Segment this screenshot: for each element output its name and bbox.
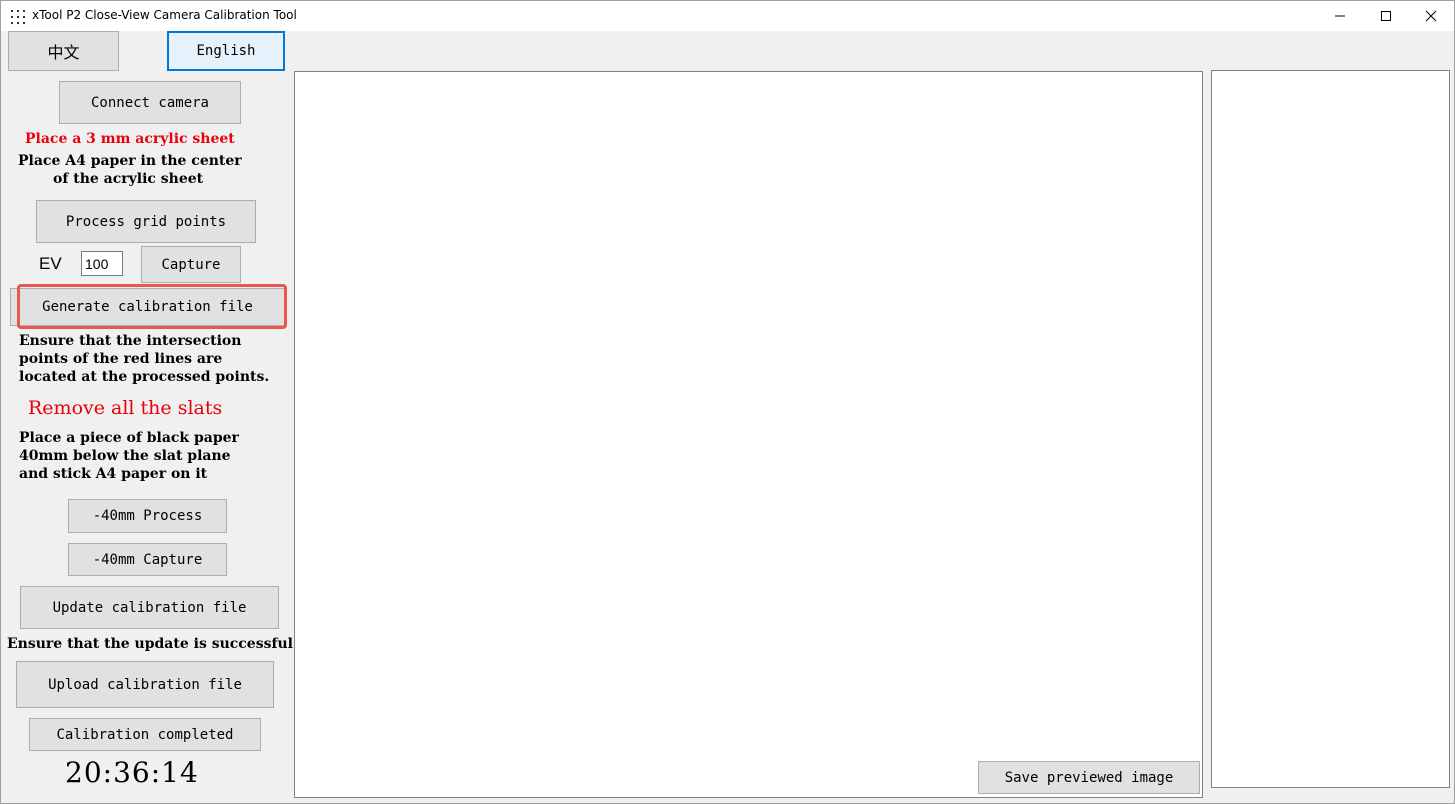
minus40-process-button[interactable]: -40mm Process	[68, 499, 227, 533]
language-chinese-button[interactable]: 中文	[8, 31, 119, 71]
clock-display: 20:36:14	[65, 756, 199, 789]
capture-button[interactable]: Capture	[141, 246, 241, 283]
connect-camera-button[interactable]: Connect camera	[59, 81, 241, 124]
minus40-capture-button[interactable]: -40mm Capture	[68, 543, 227, 576]
app-dots-icon	[11, 10, 25, 24]
side-preview-panel	[1211, 70, 1450, 788]
acrylic-sheet-notice: Place a 3 mm acrylic sheet	[25, 131, 235, 147]
ensure-intersection-line2: points of the red lines are	[19, 351, 223, 367]
paper-instruction-line2: of the acrylic sheet	[53, 171, 204, 187]
update-calibration-file-button[interactable]: Update calibration file	[20, 586, 279, 629]
maximize-icon	[1381, 11, 1391, 21]
highlight-box	[17, 284, 287, 329]
black-paper-line1: Place a piece of black paper	[19, 430, 239, 446]
black-paper-line3: and stick A4 paper on it	[19, 466, 208, 482]
process-grid-points-button[interactable]: Process grid points	[36, 200, 256, 243]
paper-instruction-line1: Place A4 paper in the center	[18, 153, 242, 169]
app-window: xTool P2 Close-View Camera Calibration T…	[0, 0, 1455, 804]
language-english-button[interactable]: English	[167, 31, 285, 71]
save-previewed-image-button[interactable]: Save previewed image	[978, 761, 1200, 794]
ensure-update-notice: Ensure that the update is successful	[7, 636, 294, 652]
camera-preview-panel	[294, 71, 1203, 798]
ensure-intersection-line1: Ensure that the intersection	[19, 333, 242, 349]
minimize-icon	[1335, 15, 1345, 17]
ensure-intersection-line3: located at the processed points.	[19, 369, 270, 385]
ev-input[interactable]	[81, 251, 123, 276]
remove-slats-notice: Remove all the slats	[28, 397, 223, 419]
ev-label: EV	[39, 254, 62, 273]
calibration-completed-button[interactable]: Calibration completed	[29, 718, 261, 751]
black-paper-line2: 40mm below the slat plane	[19, 448, 231, 464]
upload-calibration-file-button[interactable]: Upload calibration file	[16, 661, 274, 708]
title-bar[interactable]: xTool P2 Close-View Camera Calibration T…	[1, 1, 1454, 31]
window-title: xTool P2 Close-View Camera Calibration T…	[32, 8, 297, 22]
close-icon	[1425, 10, 1437, 22]
close-button[interactable]	[1408, 1, 1454, 31]
maximize-button[interactable]	[1363, 1, 1409, 31]
minimize-button[interactable]	[1317, 1, 1363, 31]
